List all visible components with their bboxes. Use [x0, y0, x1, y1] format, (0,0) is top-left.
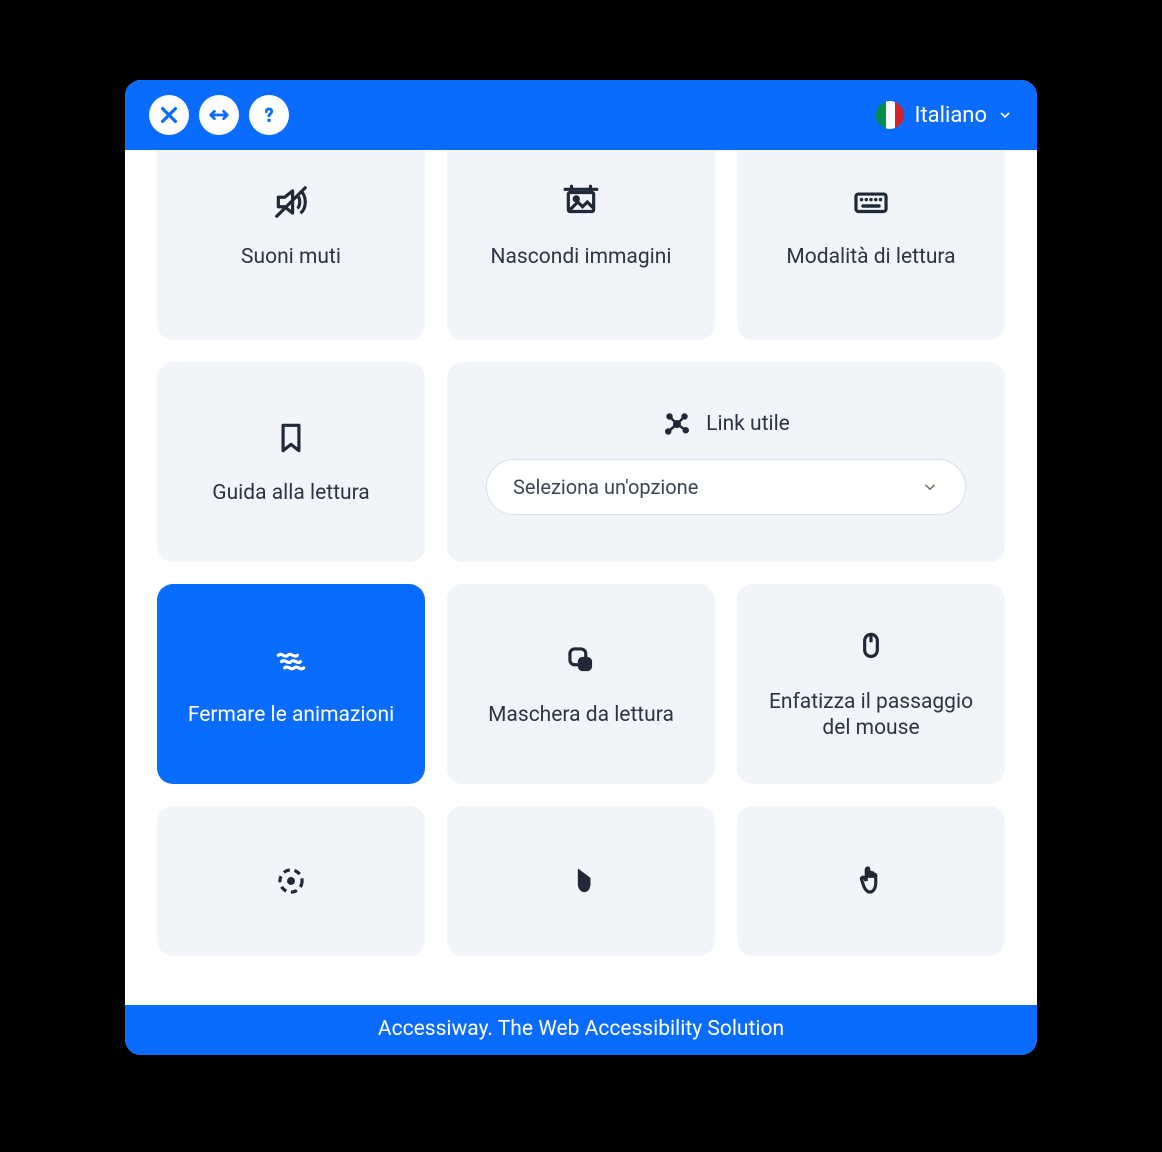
tile-label: Modalità di lettura [786, 244, 955, 270]
image-slash-icon [561, 182, 601, 222]
mouse-icon [851, 627, 891, 667]
tile-useful-link: Link utile Seleziona un'opzione [447, 362, 1005, 562]
useful-link-select[interactable]: Seleziona un'opzione [486, 459, 966, 515]
tile-label: Suoni muti [241, 244, 341, 270]
waves-icon [271, 640, 311, 680]
tile-partial-3[interactable] [737, 806, 1005, 956]
pointer-solid-icon [561, 861, 601, 901]
tile-label: Maschera da lettura [488, 702, 674, 728]
tile-reading-mask[interactable]: Maschera da lettura [447, 584, 715, 784]
chevron-down-icon [921, 478, 939, 496]
arrows-horizontal-icon [208, 104, 230, 126]
target-icon [271, 861, 311, 901]
widget-header: Italiano [125, 80, 1037, 150]
close-icon [158, 104, 180, 126]
widget-footer: Accessiway. The Web Accessibility Soluti… [125, 1005, 1037, 1055]
network-icon [662, 409, 692, 439]
footer-text: Accessiway. The Web Accessibility Soluti… [378, 1017, 784, 1041]
tile-stop-animations[interactable]: Fermare le animazioni [157, 584, 425, 784]
language-label: Italiano [914, 103, 987, 128]
keyboard-icon [851, 182, 891, 222]
widget-body: Suoni muti Nascondi immagini Modalità di… [125, 150, 1037, 1005]
tile-label: Nascondi immagini [491, 244, 672, 270]
tile-highlight-hover[interactable]: Enfatizza il passaggio del mouse [737, 584, 1005, 784]
header-controls [149, 95, 289, 135]
tile-reading-guide[interactable]: Guida alla lettura [157, 362, 425, 562]
tile-reading-mode[interactable]: Modalità di lettura [737, 150, 1005, 340]
tile-label: Guida alla lettura [212, 480, 369, 506]
move-button[interactable] [199, 95, 239, 135]
tile-partial-1[interactable] [157, 806, 425, 956]
accessibility-widget: Italiano Suoni muti Nascondi immagini [125, 80, 1037, 1055]
useful-link-label: Link utile [706, 412, 790, 436]
question-icon [258, 104, 280, 126]
select-placeholder: Seleziona un'opzione [513, 475, 698, 499]
chevron-down-icon [997, 107, 1013, 123]
close-button[interactable] [149, 95, 189, 135]
flag-italy-icon [876, 101, 904, 129]
bookmark-icon [271, 418, 311, 458]
help-button[interactable] [249, 95, 289, 135]
useful-link-heading: Link utile [662, 409, 790, 439]
tile-label: Fermare le animazioni [188, 702, 394, 728]
overlap-squares-icon [561, 640, 601, 680]
tile-partial-2[interactable] [447, 806, 715, 956]
tile-label: Enfatizza il passaggio del mouse [755, 689, 987, 742]
pointer-outline-icon [851, 861, 891, 901]
language-selector[interactable]: Italiano [876, 101, 1013, 129]
tile-hide-images[interactable]: Nascondi immagini [447, 150, 715, 340]
tile-mute-sounds[interactable]: Suoni muti [157, 150, 425, 340]
options-grid: Suoni muti Nascondi immagini Modalità di… [157, 150, 1005, 956]
mute-icon [271, 182, 311, 222]
